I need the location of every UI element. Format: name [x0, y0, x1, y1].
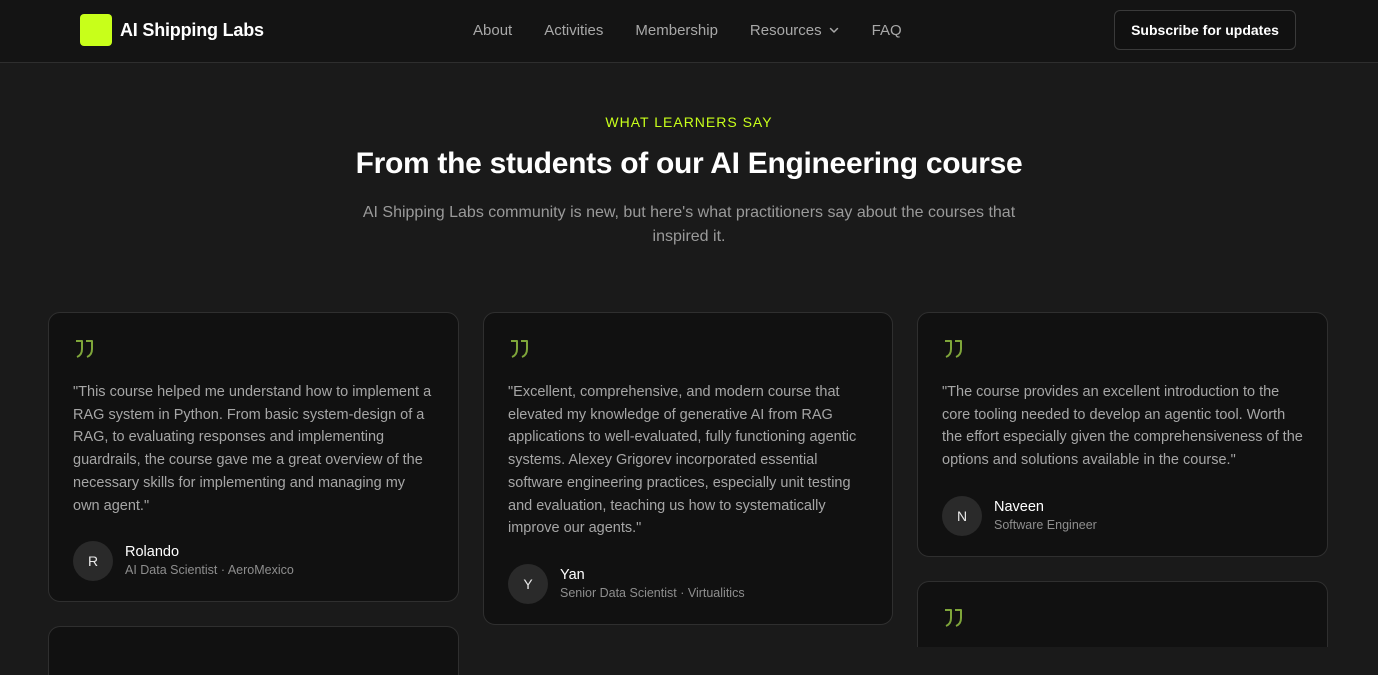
brand-logo [80, 14, 112, 46]
quote-icon [511, 340, 528, 358]
nav-link-resources-label: Resources [749, 21, 822, 39]
author-info: Yan Senior Data Scientist · Virtualitics [560, 566, 745, 602]
avatar: N [942, 495, 982, 536]
testimonial-card: "This course helped me understand how to… [48, 312, 459, 602]
author-role: AI Data Scientist · AeroMexico [125, 563, 294, 578]
testimonial-quote: "Excellent, comprehensive, and modern co… [508, 384, 857, 537]
nav-link-faq[interactable]: FAQ [872, 22, 902, 39]
author-name: Yan [560, 566, 585, 583]
top-navbar: AI Shipping Labs About Activities Member… [0, 0, 1378, 63]
testimonial-quote: "This course helped me understand how to… [73, 384, 432, 514]
section-subtitle: AI Shipping Labs community is new, but h… [362, 204, 1016, 245]
testimonial-card: "The course provides an excellent introd… [917, 312, 1328, 557]
chevron-down-icon [829, 27, 838, 33]
avatar: Y [508, 563, 548, 604]
testimonial-author: R Rolando AI Data Scientist · AeroMexico [73, 541, 434, 582]
testimonial-author: Y Yan Senior Data Scientist · Virtualiti… [508, 563, 868, 604]
quote-icon [76, 340, 93, 358]
nav-link-membership[interactable]: Membership [635, 22, 718, 39]
quote-icon [945, 609, 962, 627]
author-role: Software Engineer [994, 517, 1097, 532]
brand[interactable]: AI Shipping Labs [80, 14, 264, 46]
testimonial-card: "Excellent, comprehensive, and modern co… [483, 312, 893, 625]
section-eyebrow: WHAT LEARNERS SAY [605, 114, 773, 130]
author-name: Rolando [125, 544, 180, 561]
testimonial-card-partial [917, 581, 1328, 647]
nav-link-resources[interactable]: Resources [750, 22, 840, 39]
section-title: From the students of our AI Engineering … [355, 147, 1023, 180]
testimonial-quote: "The course provides an excellent introd… [942, 384, 1303, 469]
author-role: Senior Data Scientist · Virtualitics [560, 585, 745, 600]
nav-link-about[interactable]: About [473, 22, 512, 39]
author-info: Rolando AI Data Scientist · AeroMexico [125, 543, 294, 579]
author-info: Naveen Software Engineer [994, 498, 1097, 534]
testimonial-card-partial [48, 626, 459, 675]
avatar: R [73, 541, 113, 582]
author-name: Naveen [994, 498, 1044, 515]
quote-icon [945, 340, 962, 358]
nav-link-activities[interactable]: Activities [544, 22, 603, 39]
brand-name: AI Shipping Labs [120, 19, 264, 40]
subscribe-button[interactable]: Subscribe for updates [1114, 10, 1296, 50]
nav-links: About Activities Membership Resources FA… [473, 20, 902, 40]
testimonial-author: N Naveen Software Engineer [942, 495, 1303, 536]
